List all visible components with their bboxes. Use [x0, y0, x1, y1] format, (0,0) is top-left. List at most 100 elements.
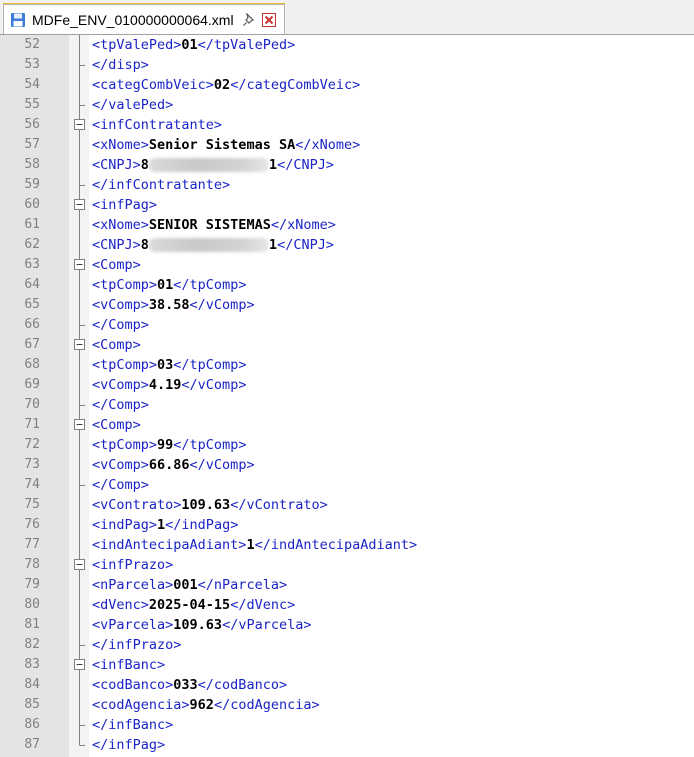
code-line[interactable]: 70 </Comp> [0, 395, 694, 415]
code-line[interactable]: 85 <codAgencia>962</codAgencia> [0, 695, 694, 715]
xml-value: 38.58 [148, 297, 190, 313]
xml-tag: </codBanco> [197, 677, 288, 693]
xml-tag: <tpComp> [92, 277, 158, 293]
code-line[interactable]: 83 <infBanc> [0, 655, 694, 675]
code-line[interactable]: 62 <CNPJ>8 1</CNPJ> [0, 235, 694, 255]
code-line[interactable]: 63 <Comp> [0, 255, 694, 275]
xml-value: 66.86 [148, 457, 190, 473]
code-line[interactable]: 78 <infPrazo> [0, 555, 694, 575]
fold-minus-icon[interactable] [71, 195, 91, 215]
xml-tag: <vComp> [92, 377, 149, 393]
line-number: 61 [24, 217, 40, 232]
code-line[interactable]: 58 <CNPJ>8 1</CNPJ> [0, 155, 694, 175]
xml-value: 99 [157, 437, 174, 453]
xml-value: 001 [173, 577, 198, 593]
tab-title: MDFe_ENV_010000000064.xml [32, 11, 234, 28]
code-line[interactable]: 81 <vParcela>109.63</vParcela> [0, 615, 694, 635]
code-line[interactable]: 59 </infContratante> [0, 175, 694, 195]
line-number: 82 [24, 637, 40, 652]
code-text: <xNome>Senior Sistemas SA</xNome> [92, 135, 360, 155]
fold-minus-icon[interactable] [71, 115, 91, 135]
redacted-cnpj [148, 158, 269, 172]
code-text: <xNome>SENIOR SISTEMAS</xNome> [92, 215, 336, 235]
line-number: 52 [24, 37, 40, 52]
line-number: 87 [24, 737, 40, 752]
xml-tag: <infContratante> [92, 117, 223, 133]
fold-guide-line [79, 35, 80, 55]
code-line[interactable]: 64 <tpComp>01</tpComp> [0, 275, 694, 295]
xml-tag: </tpComp> [173, 277, 247, 293]
xml-tag: </valePed> [92, 97, 174, 113]
code-line[interactable]: 55 </valePed> [0, 95, 694, 115]
fold-minus-icon[interactable] [71, 335, 91, 355]
code-line[interactable]: 54 <categCombVeic>02</categCombVeic> [0, 75, 694, 95]
code-text: <tpComp>01</tpComp> [92, 275, 246, 295]
fold-guide-line [79, 95, 85, 115]
code-text: <vContrato>109.63</vContrato> [92, 495, 328, 515]
xml-tag: </Comp> [92, 397, 149, 413]
code-text: </Comp> [92, 315, 149, 335]
code-line[interactable]: 67 <Comp> [0, 335, 694, 355]
line-number: 65 [24, 297, 40, 312]
file-tab[interactable]: MDFe_ENV_010000000064.xml [3, 4, 285, 34]
close-icon[interactable] [261, 12, 276, 27]
code-text: <indAntecipaAdiant>1</indAntecipaAdiant> [92, 535, 417, 555]
line-number: 85 [24, 697, 40, 712]
code-line[interactable]: 57 <xNome>Senior Sistemas SA</xNome> [0, 135, 694, 155]
fold-guide-line [79, 455, 80, 475]
code-line[interactable]: 79 <nParcela>001</nParcela> [0, 575, 694, 595]
fold-minus-icon[interactable] [71, 415, 91, 435]
line-number: 81 [24, 617, 40, 632]
code-line[interactable]: 66 </Comp> [0, 315, 694, 335]
code-line[interactable]: 61 <xNome>SENIOR SISTEMAS</xNome> [0, 215, 694, 235]
code-line[interactable]: 60 <infPag> [0, 195, 694, 215]
redacted-cnpj [148, 238, 269, 252]
code-text: <Comp> [92, 415, 141, 435]
code-line[interactable]: 84 <codBanco>033</codBanco> [0, 675, 694, 695]
line-number: 73 [24, 457, 40, 472]
line-number: 86 [24, 717, 40, 732]
code-line[interactable]: 56 <infContratante> [0, 115, 694, 135]
code-line[interactable]: 73 <vComp>66.86</vComp> [0, 455, 694, 475]
code-lines: 52 <tpValePed>01</tpValePed> 53 </disp> 54 <c… [0, 35, 694, 755]
fold-minus-icon[interactable] [71, 555, 91, 575]
xml-tag: <indAntecipaAdiant> [92, 537, 247, 553]
code-line[interactable]: 68 <tpComp>03</tpComp> [0, 355, 694, 375]
code-line[interactable]: 53 </disp> [0, 55, 694, 75]
xml-tag: <nParcela> [92, 577, 174, 593]
line-number: 55 [24, 97, 40, 112]
fold-guide-line [79, 235, 80, 255]
fold-minus-icon[interactable] [71, 655, 91, 675]
xml-tag: <categCombVeic> [92, 77, 214, 93]
code-line[interactable]: 65 <vComp>38.58</vComp> [0, 295, 694, 315]
code-line[interactable]: 80 <dVenc>2025-04-15</dVenc> [0, 595, 694, 615]
line-number: 68 [24, 357, 40, 372]
code-line[interactable]: 74 </Comp> [0, 475, 694, 495]
code-text: <dVenc>2025-04-15</dVenc> [92, 595, 295, 615]
fold-minus-icon[interactable] [71, 255, 91, 275]
code-line[interactable]: 82 </infPrazo> [0, 635, 694, 655]
pin-icon[interactable] [242, 12, 256, 27]
code-line[interactable]: 69 <vComp>4.19</vComp> [0, 375, 694, 395]
xml-value: Senior Sistemas SA [148, 137, 296, 153]
code-text: <tpComp>99</tpComp> [92, 435, 246, 455]
code-line[interactable]: 87 </infPag> [0, 735, 694, 755]
code-text: <vParcela>109.63</vParcela> [92, 615, 311, 635]
code-line[interactable]: 76 <indPag>1</indPag> [0, 515, 694, 535]
line-number: 72 [24, 437, 40, 452]
code-text: <CNPJ>8 1</CNPJ> [92, 155, 334, 175]
line-number: 62 [24, 237, 40, 252]
xml-tag: </Comp> [92, 477, 149, 493]
code-line[interactable]: 71 <Comp> [0, 415, 694, 435]
line-number: 54 [24, 77, 40, 92]
code-line[interactable]: 72 <tpComp>99</tpComp> [0, 435, 694, 455]
code-line[interactable]: 52 <tpValePed>01</tpValePed> [0, 35, 694, 55]
code-line[interactable]: 86 </infBanc> [0, 715, 694, 735]
code-text: <infPag> [92, 195, 157, 215]
code-line[interactable]: 77 <indAntecipaAdiant>1</indAntecipaAdian… [0, 535, 694, 555]
xml-tag: </xNome> [270, 217, 336, 233]
code-editor[interactable]: 52 <tpValePed>01</tpValePed> 53 </disp> 54 <c… [0, 35, 694, 757]
xml-value: 962 [189, 697, 214, 713]
xml-tag: </tpComp> [173, 437, 247, 453]
code-line[interactable]: 75 <vContrato>109.63</vContrato> [0, 495, 694, 515]
